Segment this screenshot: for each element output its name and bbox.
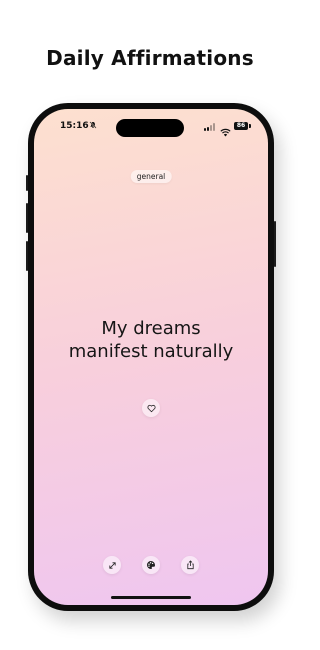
phone-frame: 15:16 86 general My dreams manifest natu…: [26, 103, 276, 611]
fullscreen-button[interactable]: [103, 556, 121, 574]
share-icon: [186, 560, 195, 570]
dynamic-island: [116, 119, 184, 137]
palette-icon: [146, 560, 156, 570]
wifi-icon: [220, 122, 231, 141]
favorite-button[interactable]: [142, 399, 160, 417]
phone-volume-up-button: [26, 203, 28, 233]
expand-icon: [108, 561, 117, 570]
page: Daily Affirmations 15:16 86 general My d…: [0, 0, 300, 650]
battery-level: 86: [234, 122, 248, 130]
affirmation-text: My dreams manifest naturally: [44, 317, 258, 363]
status-bar: 15:16 86: [34, 119, 268, 137]
status-time: 15:16: [60, 121, 89, 131]
page-headline: Daily Affirmations: [46, 46, 254, 70]
share-button[interactable]: [181, 556, 199, 574]
bell-slash-icon: [89, 121, 97, 131]
cellular-signal-icon: [204, 123, 218, 131]
phone-volume-down-button: [26, 241, 28, 271]
category-badge[interactable]: general: [130, 170, 172, 183]
affirmation-line-2: manifest naturally: [68, 341, 234, 362]
theme-button[interactable]: [142, 556, 160, 574]
phone-power-button: [274, 221, 276, 267]
affirmation-line-1: My dreams: [101, 318, 201, 339]
home-indicator[interactable]: [111, 596, 191, 599]
battery-cap: [249, 124, 251, 128]
phone-action-button: [26, 175, 28, 191]
app-screen: 15:16 86 general My dreams manifest natu…: [34, 109, 268, 605]
heart-icon: [146, 404, 156, 413]
